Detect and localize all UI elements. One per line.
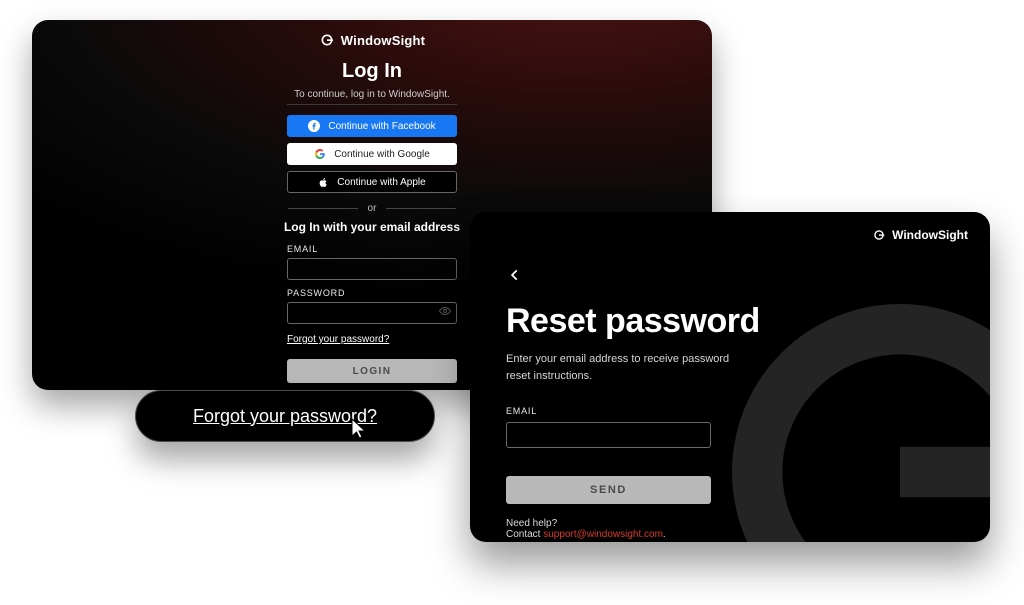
help-contact-prefix: Contact [506, 529, 543, 540]
brand-logo: WindowSight [872, 228, 968, 242]
apple-icon [318, 177, 329, 188]
brand-logo: WindowSight [32, 20, 712, 48]
forgot-password-callout-text: Forgot your password? [193, 406, 377, 427]
reset-password-screen: WindowSight Reset password Enter your em… [470, 212, 990, 542]
email-label: EMAIL [287, 244, 457, 254]
divider [287, 104, 457, 105]
continue-google-button[interactable]: Continue with Google [287, 143, 457, 165]
forgot-password-link[interactable]: Forgot your password? [287, 334, 389, 345]
brand-name: WindowSight [341, 33, 425, 48]
password-label: PASSWORD [287, 288, 457, 298]
show-password-icon[interactable] [439, 304, 451, 322]
help-block: Need help? Contact support@windowsight.c… [506, 518, 800, 540]
back-button[interactable] [506, 266, 524, 284]
brand-name: WindowSight [892, 228, 968, 242]
help-question: Need help? [506, 518, 800, 529]
reset-email-input[interactable] [506, 422, 711, 448]
chevron-left-icon [508, 268, 522, 282]
password-input[interactable] [287, 302, 457, 324]
windowsight-icon [872, 228, 886, 242]
reset-title: Reset password [506, 302, 800, 341]
login-button[interactable]: LOGIN [287, 359, 457, 383]
login-title: Log In [232, 60, 512, 83]
continue-apple-label: Continue with Apple [337, 177, 425, 188]
forgot-password-callout: Forgot your password? [135, 390, 435, 442]
continue-apple-button[interactable]: Continue with Apple [287, 171, 457, 193]
or-label: or [368, 203, 377, 214]
send-button[interactable]: SEND [506, 476, 711, 504]
login-subtitle: To continue, log in to WindowSight. [232, 89, 512, 100]
support-email-link[interactable]: support@windowsight.com [543, 529, 663, 540]
google-icon [314, 148, 326, 160]
reset-email-label: EMAIL [506, 406, 800, 416]
windowsight-icon [319, 32, 335, 48]
facebook-icon [308, 120, 320, 132]
continue-google-label: Continue with Google [334, 149, 430, 160]
reset-subtitle: Enter your email address to receive pass… [506, 351, 746, 384]
continue-facebook-button[interactable]: Continue with Facebook [287, 115, 457, 137]
help-suffix: . [663, 529, 666, 540]
divider [386, 208, 456, 209]
continue-facebook-label: Continue with Facebook [328, 121, 435, 132]
email-input[interactable] [287, 258, 457, 280]
divider [288, 208, 358, 209]
